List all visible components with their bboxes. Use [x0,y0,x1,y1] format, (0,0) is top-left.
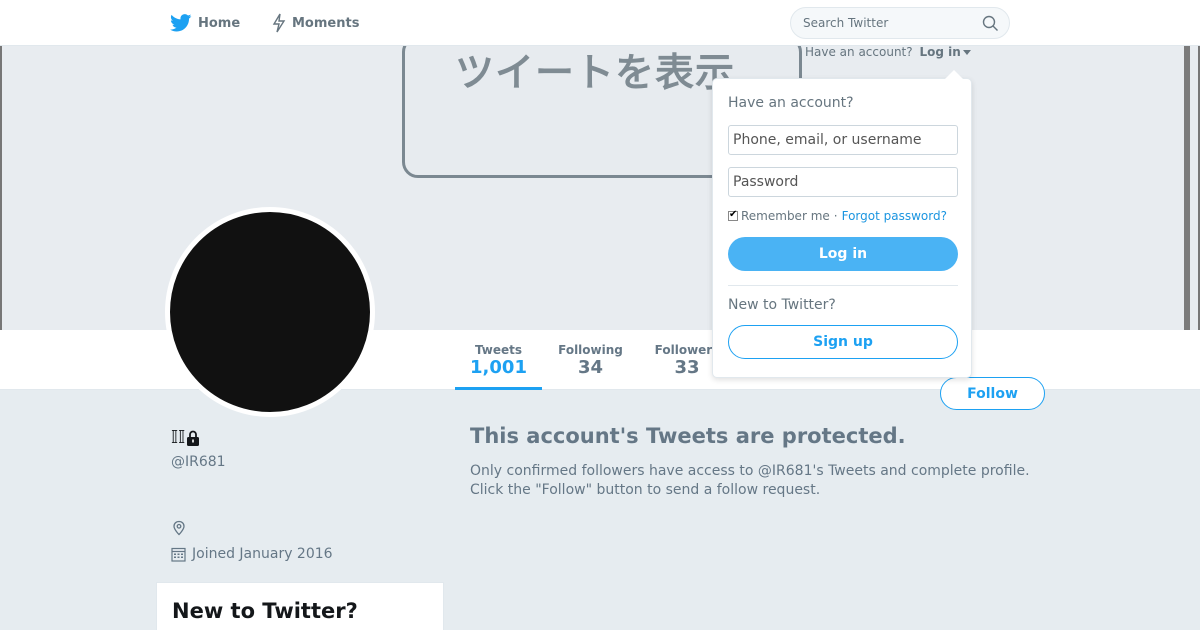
caret-down-icon[interactable] [962,50,971,55]
search-icon[interactable] [982,15,999,32]
stat-following-label: Following [558,343,623,357]
profile-name[interactable]: 𝕀𝕀 [171,427,185,448]
checkmark-icon: ✔ [729,209,738,220]
lock-icon [187,430,200,446]
search-box[interactable]: Search Twitter [790,7,1010,39]
login-dropdown: Have an account? ✔ Remember me · Forgot … [712,78,972,378]
nav-moments-label: Moments [292,15,360,31]
follow-button[interactable]: Follow [940,377,1045,410]
stat-tweets-label: Tweets [474,343,523,357]
remember-me-label[interactable]: Remember me [741,209,830,223]
nav-home[interactable]: Home [170,0,240,46]
stat-following[interactable]: Following 34 [548,330,633,390]
banner-text: ツイートを表示 [455,51,736,96]
signup-button[interactable]: Sign up [728,325,958,359]
avatar[interactable] [165,207,375,417]
top-navigation-bar: Home Moments Search Twitter [0,0,1200,46]
profile-name-row: 𝕀𝕀 [171,427,200,448]
account-hint-text: Have an account? [805,45,913,59]
login-dropdown-toggle[interactable]: Log in [919,45,960,59]
banner-edge [1184,46,1190,330]
login-button[interactable]: Log in [728,237,958,271]
stat-tweets[interactable]: Tweets 1,001 [455,330,542,390]
dropdown-new-heading: New to Twitter? [728,297,836,313]
joined-date: Joined January 2016 [192,546,333,562]
stat-tweets-value: 1,001 [470,357,527,378]
nav-moments[interactable]: Moments [272,0,359,46]
nav-home-label: Home [198,15,241,31]
forgot-password-link[interactable]: Forgot password? [842,209,947,223]
joined-row: Joined January 2016 [171,546,333,562]
lightning-icon [272,13,286,33]
protected-title: This account's Tweets are protected. [470,424,906,448]
remember-row: ✔ Remember me · Forgot password? [728,209,947,223]
separator-dot: · [833,209,838,223]
account-hint: Have an account? Log in [805,45,971,59]
dropdown-arrow [945,70,963,79]
location-pin-icon [173,520,185,536]
calendar-icon [171,547,186,562]
username-field[interactable] [728,125,958,155]
stat-following-value: 34 [577,357,604,378]
search-input[interactable]: Search Twitter [803,16,888,30]
protected-body: Only confirmed followers have access to … [470,463,1030,498]
dropdown-divider [728,285,958,286]
new-card-title: New to Twitter? [172,599,358,623]
remember-me-checkbox[interactable]: ✔ [728,209,738,221]
location-row [171,520,187,540]
twitter-bird-icon [170,14,192,32]
dropdown-heading: Have an account? [728,95,854,111]
profile-handle[interactable]: @IR681 [171,454,226,470]
new-to-twitter-card: New to Twitter? [156,582,444,630]
password-field[interactable] [728,167,958,197]
